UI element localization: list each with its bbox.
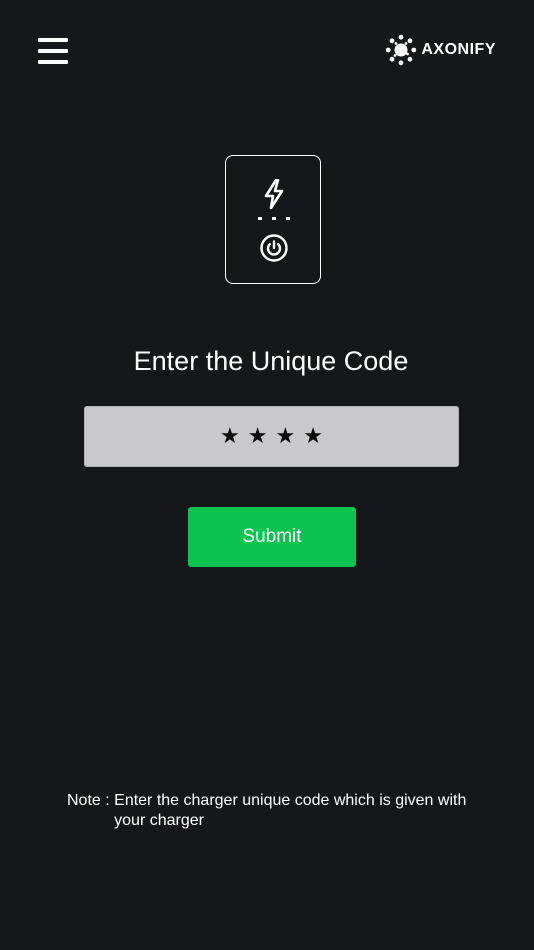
- charger-illustration: [225, 155, 321, 284]
- menu-line: [38, 49, 68, 53]
- status-dots-icon: [258, 217, 290, 220]
- masked-code-value: ★★★★: [220, 424, 331, 449]
- unique-code-screen: AXONIFY Enter the Unique Code ★★★★ Submi…: [0, 0, 534, 950]
- hamburger-menu-icon[interactable]: [38, 38, 68, 64]
- axonify-logo-icon: [386, 34, 417, 66]
- submit-button[interactable]: Submit: [188, 507, 356, 567]
- unique-code-input[interactable]: ★★★★: [84, 406, 459, 467]
- lightning-bolt-icon: [264, 179, 284, 209]
- page-title: Enter the Unique Code: [133, 346, 409, 376]
- power-icon: [260, 234, 288, 262]
- note-body: Enter the charger unique code which is g…: [114, 792, 467, 829]
- menu-line: [38, 60, 68, 64]
- note-text: Note : Enter the charger unique code whi…: [67, 791, 487, 831]
- brand-name: AXONIFY: [421, 41, 496, 58]
- note-label: Note :: [67, 792, 115, 809]
- menu-line: [38, 38, 68, 42]
- brand-logo: AXONIFY: [385, 34, 496, 66]
